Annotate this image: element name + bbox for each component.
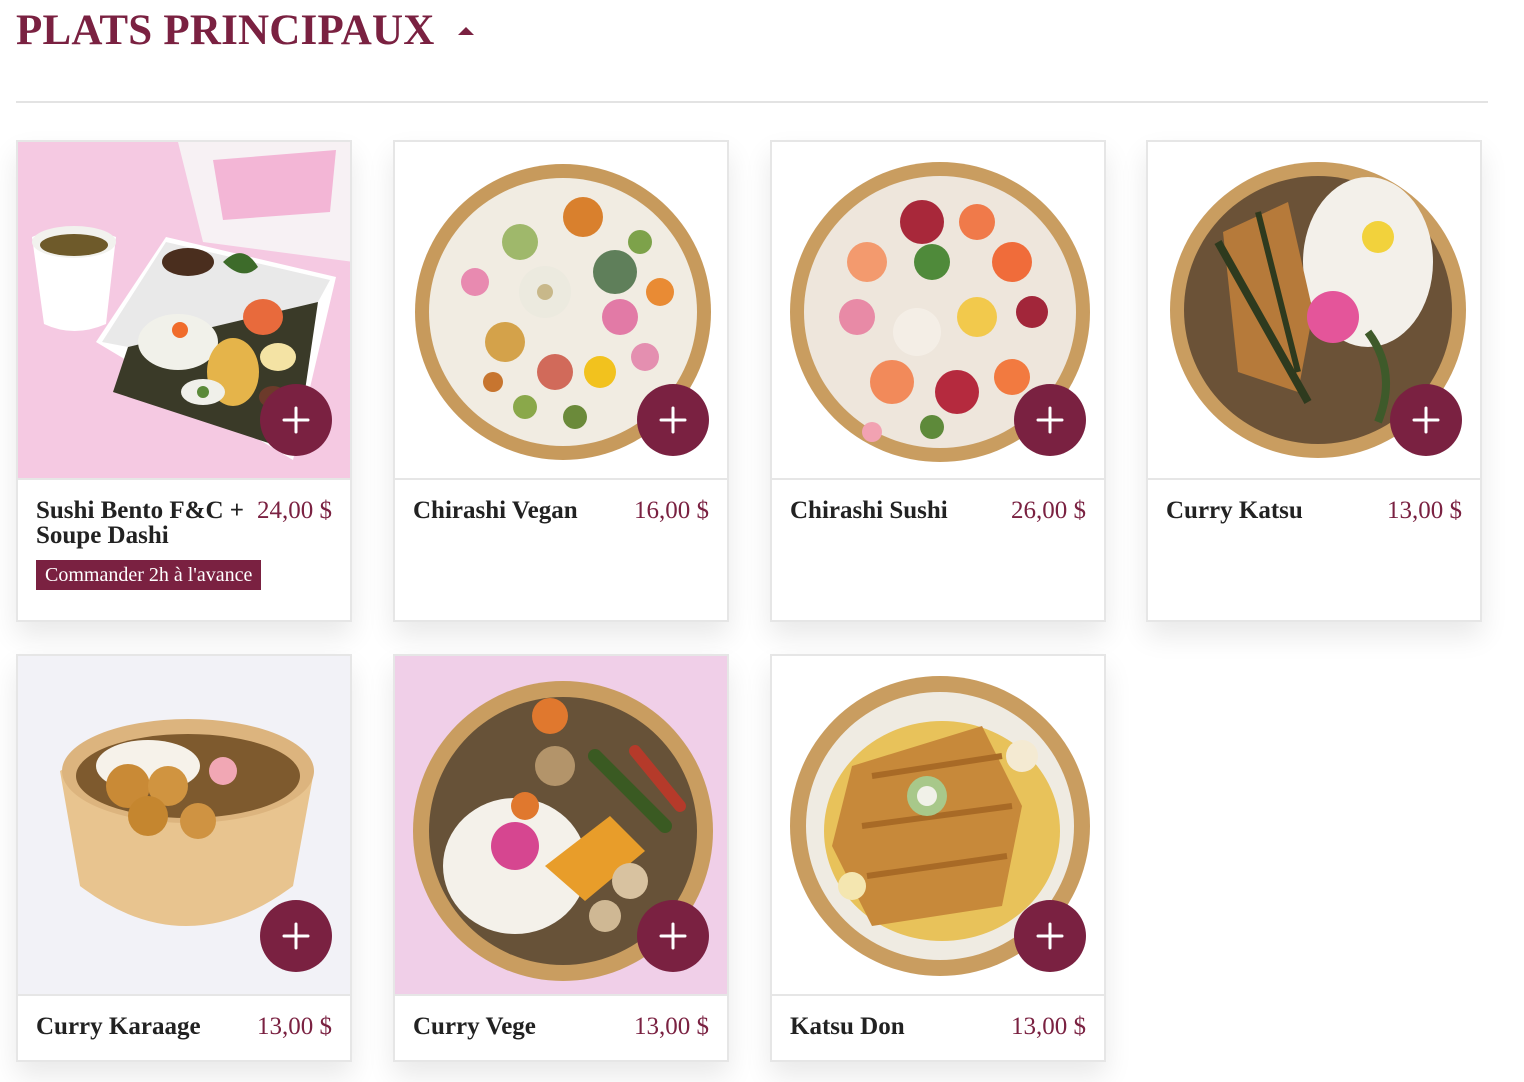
plus-icon	[1036, 922, 1064, 950]
add-to-cart-button[interactable]	[260, 900, 332, 972]
menu-item-card[interactable]: Chirashi Sushi 26,00 $	[770, 140, 1106, 622]
menu-item-price: 26,00 $	[1011, 497, 1086, 524]
menu-item-card[interactable]: Curry Karaage 13,00 $	[16, 654, 352, 1062]
menu-item-name: Curry Vege	[413, 1013, 536, 1040]
menu-item-name: Chirashi Vegan	[413, 497, 578, 524]
plus-icon	[282, 406, 310, 434]
menu-item-name: Curry Katsu	[1166, 497, 1303, 524]
add-to-cart-button[interactable]	[637, 384, 709, 456]
menu-item-card[interactable]: Chirashi Vegan 16,00 $	[393, 140, 729, 622]
menu-item-name: Chirashi Sushi	[790, 497, 948, 524]
menu-item-price: 13,00 $	[257, 1013, 332, 1040]
menu-item-card[interactable]: Curry Vege 13,00 $	[393, 654, 729, 1062]
add-to-cart-button[interactable]	[637, 900, 709, 972]
advance-order-badge: Commander 2h à l'avance	[36, 560, 262, 590]
plus-icon	[1412, 406, 1440, 434]
menu-item-price: 13,00 $	[634, 1013, 709, 1040]
add-to-cart-button[interactable]	[1390, 384, 1462, 456]
section-divider	[16, 101, 1488, 103]
menu-item-price: 13,00 $	[1011, 1013, 1086, 1040]
menu-item-name: Katsu Don	[790, 1013, 905, 1040]
add-to-cart-button[interactable]	[1014, 384, 1086, 456]
menu-item-card[interactable]: Katsu Don 13,00 $	[770, 654, 1106, 1062]
menu-item-name: Sushi Bento F&C + Soupe Dashi	[36, 497, 245, 549]
menu-item-price: 24,00 $	[257, 497, 332, 524]
menu-item-card[interactable]: Curry Katsu 13,00 $	[1146, 140, 1482, 622]
menu-item-price: 13,00 $	[1387, 497, 1462, 524]
add-to-cart-button[interactable]	[1014, 900, 1086, 972]
caret-up-icon[interactable]	[456, 21, 476, 41]
plus-icon	[659, 922, 687, 950]
add-to-cart-button[interactable]	[260, 384, 332, 456]
menu-item-name: Curry Karaage	[36, 1013, 201, 1040]
section-header[interactable]: PLATS PRINCIPAUX	[16, 6, 476, 55]
menu-item-price: 16,00 $	[634, 497, 709, 524]
menu-item-card[interactable]: Sushi Bento F&C + Soupe Dashi 24,00 $ Co…	[16, 140, 352, 622]
plus-icon	[659, 406, 687, 434]
plus-icon	[1036, 406, 1064, 434]
plus-icon	[282, 922, 310, 950]
section-title: PLATS PRINCIPAUX	[16, 7, 435, 54]
